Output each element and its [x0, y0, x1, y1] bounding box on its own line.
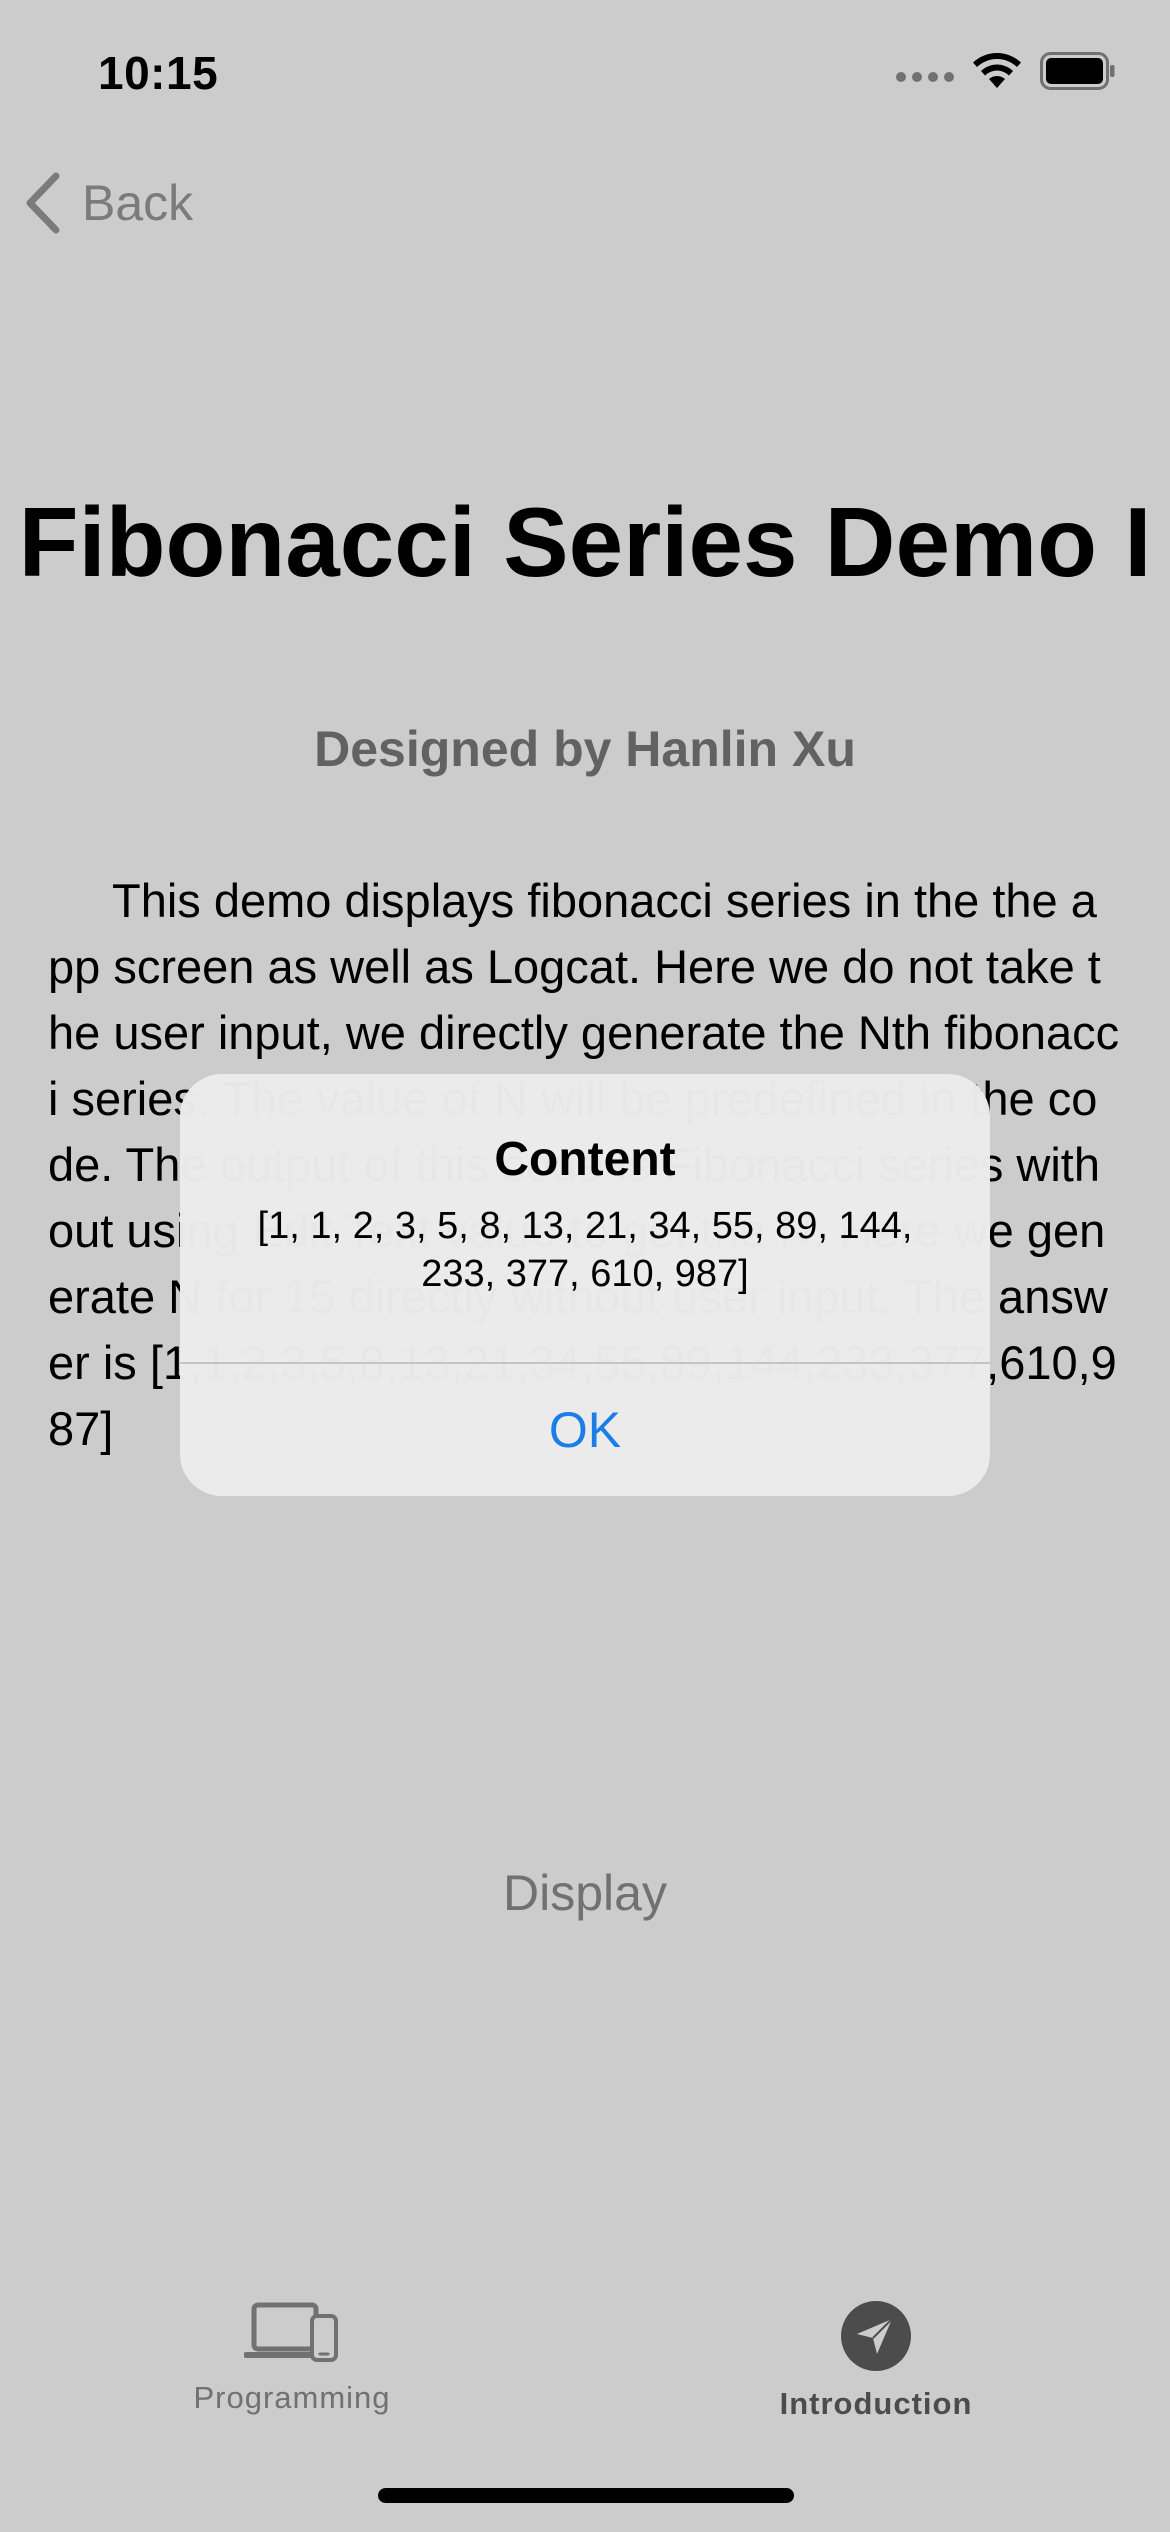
alert-message: [1, 1, 2, 3, 5, 8, 13, 21, 34, 55, 89, 1… [257, 1205, 913, 1295]
alert-title: Content [494, 1133, 676, 1186]
alert-dialog: Content [1, 1, 2, 3, 5, 8, 13, 21, 34, 5… [180, 1074, 990, 1496]
alert-ok-button[interactable]: OK [180, 1364, 990, 1496]
